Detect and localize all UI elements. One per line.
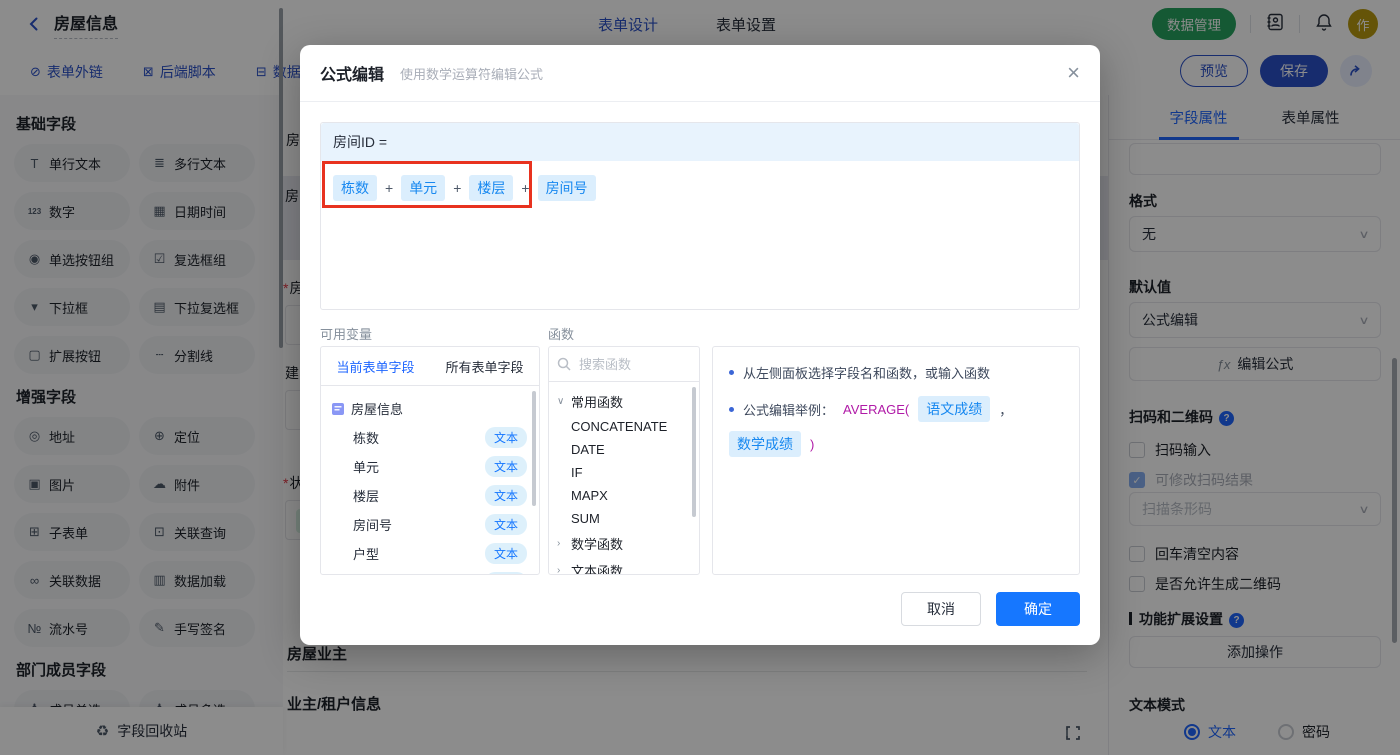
variable-type-badge: 文本 bbox=[484, 572, 527, 574]
functions-panel: ∨ 常用函数 CONCATENATEDATEIFMAPXSUM › 数学函数 › 文本函数 bbox=[548, 346, 700, 575]
variables-tabs: 当前表单字段 所有表单字段 bbox=[321, 347, 539, 386]
formula-expression[interactable]: 栋数 + 单元 + 楼层 + 房间号 bbox=[321, 161, 1079, 215]
variable-row[interactable]: 朝向 文本 bbox=[321, 568, 539, 574]
formula-target: 房间ID = bbox=[321, 123, 1079, 161]
variables-list: 房屋信息 栋数文本单元文本楼层文本房间号文本户型文本朝向文本 bbox=[321, 386, 539, 574]
chevron-right-icon: › bbox=[557, 565, 561, 575]
function-search bbox=[549, 347, 699, 382]
function-item[interactable]: IF bbox=[549, 461, 699, 484]
variable-type-badge: 文本 bbox=[484, 514, 527, 535]
modal-subtitle: 使用数学运算符编辑公式 bbox=[400, 66, 544, 82]
help-line-1: 从左侧面板选择字段名和函数，或输入函数 bbox=[729, 363, 1063, 382]
field-token[interactable]: 楼层 bbox=[469, 175, 514, 201]
variable-name: 朝向 bbox=[353, 573, 379, 574]
bullet-icon bbox=[729, 406, 734, 412]
function-group-expanded[interactable]: ∨ 常用函数 bbox=[549, 388, 699, 415]
variable-row[interactable]: 栋数 文本 bbox=[321, 423, 539, 452]
functions-label: 函数 bbox=[548, 327, 575, 342]
modal-title: 公式编辑 bbox=[320, 67, 385, 84]
plus-operator: + bbox=[453, 180, 462, 196]
plus-operator: + bbox=[385, 180, 394, 196]
variable-row[interactable]: 楼层 文本 bbox=[321, 481, 539, 510]
variable-row[interactable]: 户型 文本 bbox=[321, 539, 539, 568]
variable-type-badge: 文本 bbox=[484, 543, 527, 564]
example-function-name: AVERAGE( bbox=[843, 401, 910, 417]
variable-name: 楼层 bbox=[353, 489, 380, 504]
plus-operator: + bbox=[521, 180, 530, 196]
field-token[interactable]: 栋数 bbox=[333, 175, 377, 201]
function-group-label: 文本函数 bbox=[571, 564, 624, 575]
variable-row[interactable]: 房间号 文本 bbox=[321, 510, 539, 539]
search-icon bbox=[557, 357, 571, 371]
formula-help-panel: 从左侧面板选择字段名和函数，或输入函数 公式编辑举例： AVERAGE( 语文成绩… bbox=[712, 346, 1080, 575]
function-item[interactable]: MAPX bbox=[549, 484, 699, 507]
variables-panel: 当前表单字段 所有表单字段 房屋信息 栋数 文本 单元 文本 楼层 文本 房间号 文本 户型 文本… bbox=[320, 346, 540, 575]
chevron-down-icon: ∨ bbox=[557, 396, 565, 407]
form-doc-icon bbox=[332, 402, 344, 415]
function-group-collapsed[interactable]: › 文本函数 bbox=[549, 557, 699, 575]
function-item[interactable]: CONCATENATE bbox=[549, 415, 699, 438]
close-icon[interactable]: × bbox=[1067, 62, 1080, 84]
variable-type-badge: 文本 bbox=[484, 485, 527, 506]
function-group-label: 常用函数 bbox=[571, 395, 624, 410]
variable-type-badge: 文本 bbox=[484, 456, 527, 477]
variable-row[interactable]: 单元 文本 bbox=[321, 452, 539, 481]
function-group-label: 数学函数 bbox=[571, 537, 624, 552]
variable-type-badge: 文本 bbox=[484, 427, 527, 448]
function-search-input[interactable] bbox=[577, 355, 681, 373]
variable-name: 单元 bbox=[353, 460, 380, 475]
confirm-button[interactable]: 确定 bbox=[996, 592, 1080, 626]
functions-scrollbar[interactable] bbox=[692, 387, 696, 517]
modal-header: 公式编辑 使用数学运算符编辑公式 × bbox=[300, 45, 1100, 102]
variable-name: 栋数 bbox=[353, 431, 380, 446]
variables-label: 可用变量 bbox=[320, 327, 373, 342]
tab-current-form-fields[interactable]: 当前表单字段 bbox=[321, 347, 430, 385]
field-token[interactable]: 房间号 bbox=[537, 175, 596, 201]
tab-all-form-fields[interactable]: 所有表单字段 bbox=[430, 347, 539, 385]
variable-group-label: 房屋信息 bbox=[351, 402, 404, 417]
function-item[interactable]: DATE bbox=[549, 438, 699, 461]
chevron-right-icon: › bbox=[557, 538, 561, 549]
formula-editor-modal: 公式编辑 使用数学运算符编辑公式 × 房间ID = 栋数 + 单元 + 楼层 + 房间号 可… bbox=[300, 45, 1100, 645]
variable-name: 户型 bbox=[353, 547, 380, 562]
variables-scrollbar[interactable] bbox=[532, 391, 536, 506]
example-field-chip: 数学成绩 bbox=[729, 431, 801, 457]
bullet-icon bbox=[729, 370, 734, 375]
example-field-chip: 语文成绩 bbox=[918, 396, 991, 422]
variable-group-row[interactable]: 房屋信息 bbox=[321, 394, 539, 423]
field-token[interactable]: 单元 bbox=[401, 175, 446, 201]
functions-tree: ∨ 常用函数 CONCATENATE DATE IF MAPX SUM › 数学函数 › 文本函数 bbox=[549, 382, 699, 575]
formula-editor[interactable]: 房间ID = 栋数 + 单元 + 楼层 + 房间号 bbox=[320, 122, 1080, 310]
variable-name: 房间号 bbox=[353, 518, 393, 533]
help-line-2: 公式编辑举例： AVERAGE( 语文成绩， 数学成绩) bbox=[729, 396, 1063, 457]
function-group-collapsed[interactable]: › 数学函数 bbox=[549, 530, 699, 557]
function-item[interactable]: SUM bbox=[549, 507, 699, 530]
cancel-button[interactable]: 取消 bbox=[901, 592, 981, 626]
